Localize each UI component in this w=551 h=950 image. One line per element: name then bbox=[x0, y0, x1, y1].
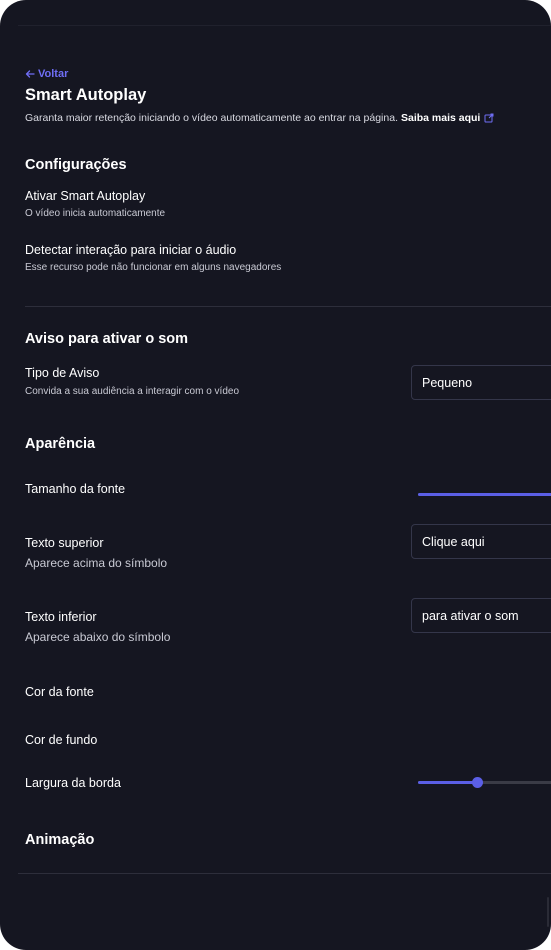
back-link[interactable]: Voltar bbox=[25, 68, 68, 80]
bottom-text-label: Texto inferior bbox=[25, 610, 97, 624]
bottom-text-sub: Aparece abaixo do símbolo bbox=[25, 630, 171, 644]
font-size-label: Tamanho da fonte bbox=[25, 482, 126, 496]
back-label[interactable]: Voltar bbox=[38, 68, 68, 80]
top-text-label: Texto superior bbox=[25, 536, 104, 550]
learn-more-link[interactable]: Saiba mais aqui bbox=[401, 112, 480, 124]
detect-interaction-sub: Esse recurso pode não funcionar em algun… bbox=[25, 262, 282, 273]
border-width-slider-thumb[interactable] bbox=[471, 777, 483, 788]
bottom-divider bbox=[18, 873, 551, 874]
arrow-left-icon bbox=[25, 70, 35, 78]
page-title: Smart Autoplay bbox=[25, 86, 147, 104]
detect-interaction-label: Detectar interação para iniciar o áudio bbox=[25, 243, 237, 257]
border-width-slider-fill bbox=[418, 781, 477, 784]
notice-type-label: Tipo de Aviso bbox=[25, 366, 100, 380]
top-text-sub: Aparece acima do símbolo bbox=[25, 556, 168, 570]
animation-heading: Animação bbox=[25, 832, 95, 848]
bottom-text-input[interactable]: para ativar o som bbox=[411, 598, 551, 633]
background-color-label: Cor de fundo bbox=[25, 733, 98, 747]
settings-heading: Configurações bbox=[25, 157, 127, 173]
settings-panel: Voltar Smart Autoplay Garanta maior rete… bbox=[0, 0, 551, 950]
scrollbar-thumb[interactable] bbox=[547, 897, 549, 927]
notice-type-sub: Convida a sua audiência a interagir com … bbox=[25, 386, 240, 397]
font-color-label: Cor da fonte bbox=[25, 685, 94, 699]
page-description: Garanta maior retenção iniciando o vídeo… bbox=[25, 112, 494, 124]
section-divider bbox=[25, 306, 551, 307]
notice-type-select[interactable]: Pequeno bbox=[411, 365, 551, 400]
font-size-slider-fill bbox=[418, 493, 551, 496]
top-divider bbox=[18, 25, 551, 26]
sound-notice-heading: Aviso para ativar o som bbox=[25, 331, 189, 347]
border-width-label: Largura da borda bbox=[25, 776, 121, 790]
external-link-icon[interactable] bbox=[484, 113, 494, 123]
description-text: Garanta maior retenção iniciando o vídeo… bbox=[25, 112, 398, 124]
smart-autoplay-sub: O vídeo inicia automaticamente bbox=[25, 208, 166, 219]
font-size-slider[interactable] bbox=[418, 493, 551, 496]
appearance-heading: Aparência bbox=[25, 436, 96, 452]
border-width-slider[interactable] bbox=[418, 777, 551, 788]
smart-autoplay-label: Ativar Smart Autoplay bbox=[25, 189, 146, 203]
top-text-input[interactable]: Clique aqui bbox=[411, 524, 551, 559]
